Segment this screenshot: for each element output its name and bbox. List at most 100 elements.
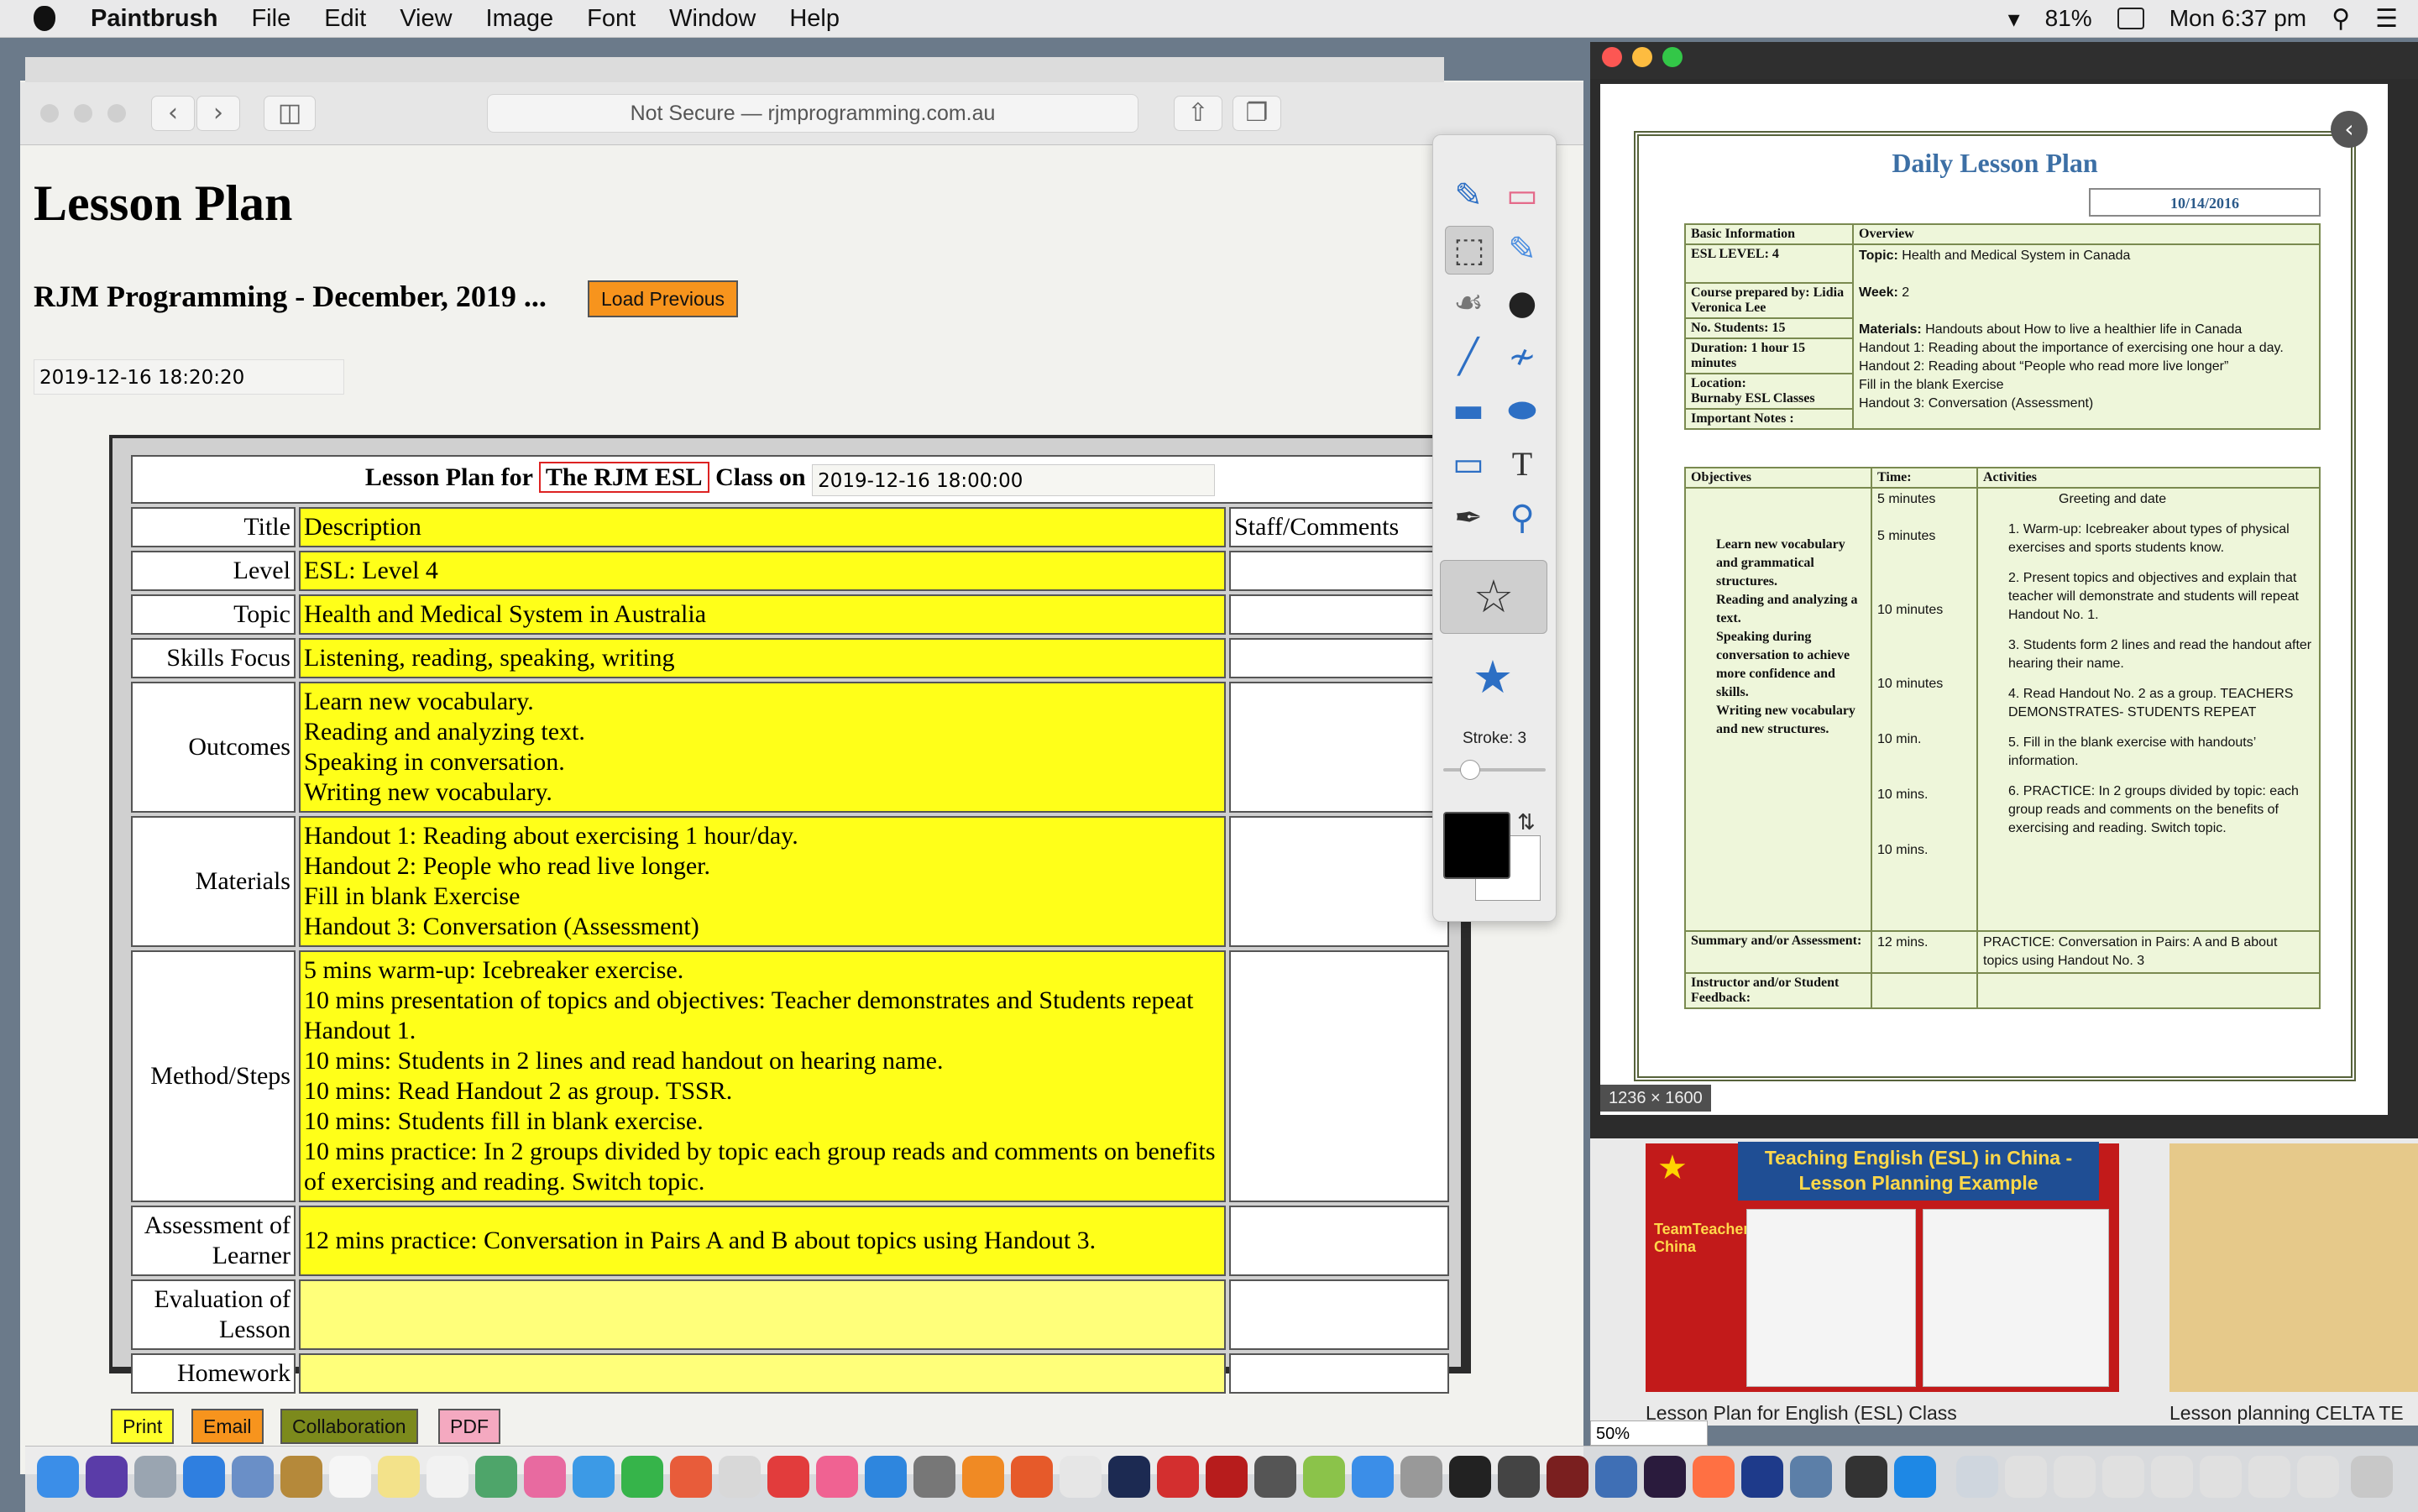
close-button[interactable] — [40, 104, 59, 123]
app-icon[interactable] — [1693, 1456, 1735, 1498]
window-thumbnail-icon[interactable] — [2297, 1456, 2339, 1498]
result-caption[interactable]: Lesson planning CELTA TE — [2169, 1402, 2404, 1425]
address-bar[interactable]: Not Secure — rjmprogramming.com.au — [487, 94, 1138, 133]
share-icon[interactable]: ⇧ — [1174, 96, 1222, 131]
app-store-icon[interactable] — [865, 1456, 907, 1498]
bomb-icon[interactable]: ● — [1499, 280, 1546, 327]
staff-cell[interactable] — [1229, 1353, 1449, 1394]
app-icon[interactable] — [1894, 1456, 1936, 1498]
fill-icon[interactable]: ✎ — [1499, 226, 1546, 273]
zoom-button[interactable] — [107, 104, 126, 123]
collaboration-button[interactable]: Collaboration — [280, 1409, 418, 1444]
siri-icon[interactable] — [86, 1456, 128, 1498]
xd-icon[interactable] — [1644, 1456, 1686, 1498]
contacts-icon[interactable] — [280, 1456, 322, 1498]
paintbrush-icon[interactable]: ✎ — [1445, 172, 1492, 219]
stroke-slider-knob[interactable] — [1460, 760, 1480, 780]
news-icon[interactable] — [767, 1456, 809, 1498]
staff-cell[interactable] — [1229, 682, 1449, 813]
clock[interactable]: Mon 6:37 pm — [2169, 5, 2306, 32]
menu-app[interactable]: Paintbrush — [91, 5, 217, 33]
app-icon[interactable] — [962, 1456, 1004, 1498]
staff-cell[interactable] — [1229, 594, 1449, 635]
menu-font[interactable]: Font — [587, 5, 636, 33]
photoshop-icon[interactable] — [1108, 1456, 1150, 1498]
firefox-icon[interactable] — [1011, 1456, 1053, 1498]
email-button[interactable]: Email — [191, 1409, 264, 1444]
battery-icon[interactable] — [2117, 8, 2144, 29]
rectangle-icon[interactable]: ▬ — [1445, 387, 1492, 434]
topic-cell[interactable]: Health and Medical System in Australia — [298, 594, 1227, 635]
window-thumbnail-icon[interactable] — [2102, 1456, 2144, 1498]
facetime-icon[interactable] — [621, 1456, 663, 1498]
menu-view[interactable]: View — [400, 5, 452, 33]
foreground-color-well[interactable] — [1443, 812, 1510, 879]
skills-cell[interactable]: Listening, reading, speaking, writing — [298, 638, 1227, 678]
eyedropper-icon[interactable]: ✒ — [1445, 494, 1492, 541]
staff-cell[interactable] — [1229, 1206, 1449, 1276]
method-cell[interactable]: 5 mins warm-up: Icebreaker exercise. 10 … — [298, 950, 1227, 1202]
selection-icon[interactable]: ⬚ — [1445, 226, 1494, 275]
minimize-button[interactable] — [74, 104, 92, 123]
ellipse-icon[interactable]: ⬬ — [1499, 387, 1546, 434]
opera-icon[interactable] — [1157, 1456, 1199, 1498]
app-icon[interactable] — [1498, 1456, 1540, 1498]
school-name-field[interactable]: The RJM ESL — [538, 462, 709, 494]
class-date-field[interactable]: 2019-12-16 18:00:00 — [812, 463, 1216, 496]
assessment-cell[interactable]: 12 mins practice: Conversation in Pairs … — [298, 1206, 1227, 1276]
gimp-icon[interactable] — [1254, 1456, 1296, 1498]
calendar-icon[interactable] — [329, 1456, 371, 1498]
text-icon[interactable]: T — [1499, 441, 1546, 488]
window-thumbnail-icon[interactable] — [2151, 1456, 2193, 1498]
reminders-icon[interactable] — [427, 1456, 468, 1498]
tab-strip[interactable] — [25, 57, 1444, 83]
window-thumbnail-icon[interactable] — [2005, 1456, 2047, 1498]
sidebar-icon[interactable]: ◫ — [264, 96, 316, 131]
safari-icon[interactable] — [183, 1456, 225, 1498]
trash-icon[interactable] — [2351, 1456, 2393, 1498]
print-button[interactable]: Print — [111, 1409, 175, 1444]
staff-cell[interactable] — [1229, 950, 1449, 1202]
terminal-icon[interactable] — [1449, 1456, 1491, 1498]
minimize-button[interactable] — [1632, 47, 1652, 67]
star-stamp-icon[interactable]: ☆ — [1440, 560, 1547, 634]
launchpad-icon[interactable] — [134, 1456, 176, 1498]
curve-icon[interactable]: ≁ — [1499, 333, 1546, 380]
level-cell[interactable]: ESL: Level 4 — [298, 551, 1227, 591]
app-icon[interactable] — [1400, 1456, 1442, 1498]
close-button[interactable] — [1602, 47, 1622, 67]
star-stamp-alt-icon[interactable]: ★ — [1440, 644, 1546, 711]
zoom-icon[interactable]: ⚲ — [1499, 494, 1546, 541]
menu-edit[interactable]: Edit — [324, 5, 366, 33]
swap-colors-icon[interactable]: ⇅ — [1517, 810, 1536, 835]
app-icon[interactable] — [1352, 1456, 1394, 1498]
staff-cell[interactable] — [1229, 551, 1449, 591]
previous-image-button[interactable]: ‹ — [2331, 111, 2368, 148]
menu-help[interactable]: Help — [789, 5, 840, 33]
load-previous-button[interactable]: Load Previous — [588, 280, 739, 317]
messages-icon[interactable] — [573, 1456, 615, 1498]
result-thumbnail[interactable] — [2169, 1143, 2418, 1392]
menu-file[interactable]: File — [251, 5, 290, 33]
bucket-icon[interactable]: ☙ — [1445, 280, 1492, 327]
maps-icon[interactable] — [475, 1456, 517, 1498]
app-icon[interactable] — [1303, 1456, 1345, 1498]
photo-app-icon[interactable] — [524, 1456, 566, 1498]
tabs-icon[interactable]: ❐ — [1233, 96, 1281, 131]
wifi-icon[interactable]: ▾ — [2008, 5, 2020, 33]
staff-cell[interactable] — [1229, 816, 1449, 947]
rounded-rect-icon[interactable]: ▭ — [1445, 441, 1492, 488]
app-icon[interactable] — [1790, 1456, 1832, 1498]
staff-cell[interactable] — [1229, 638, 1449, 678]
terminal-icon[interactable] — [1845, 1456, 1887, 1498]
system-preferences-icon[interactable] — [913, 1456, 955, 1498]
keynote-icon[interactable] — [719, 1456, 761, 1498]
back-button[interactable]: ‹ — [151, 96, 195, 131]
app-icon[interactable] — [1547, 1456, 1588, 1498]
chrome-icon[interactable] — [1060, 1456, 1102, 1498]
menu-image[interactable]: Image — [486, 5, 554, 33]
folder-icon[interactable] — [1956, 1456, 1998, 1498]
itunes-icon[interactable] — [816, 1456, 858, 1498]
window-thumbnail-icon[interactable] — [2054, 1456, 2096, 1498]
menu-window[interactable]: Window — [669, 5, 756, 33]
